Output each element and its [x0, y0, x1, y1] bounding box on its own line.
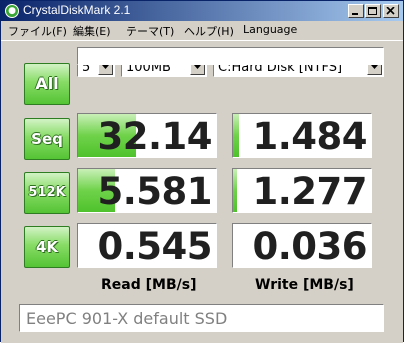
menu-bar: ファイル(F) 編集(E) テーマ(T) ヘルプ(H) Language — [1, 21, 403, 40]
comment-text: EeePC 901-X default SSD — [26, 309, 228, 328]
write-column-label: Write [MB/s] — [255, 277, 354, 293]
run-4k-button[interactable]: 4K — [24, 226, 70, 268]
512k-write-value: 1.277 — [252, 170, 367, 213]
app-icon[interactable]: ● — [5, 4, 19, 18]
menu-edit[interactable]: 編集(E) — [73, 23, 111, 39]
menu-theme[interactable]: テーマ(T) — [126, 23, 174, 39]
app-window: ● CrystalDiskMark 2.1 ファイル(F) 編集(E) テーマ(… — [0, 0, 404, 343]
menu-help[interactable]: ヘルプ(H) — [184, 23, 234, 39]
status-bar — [77, 47, 384, 65]
512k-write-bar — [233, 169, 238, 212]
read-column-label: Read [MB/s] — [101, 277, 197, 293]
4k-label: 4K — [35, 238, 59, 256]
seq-label: Seq — [31, 130, 63, 148]
run-all-label: All — [35, 74, 59, 93]
minimize-icon — [352, 13, 358, 15]
4k-read-result: 0.545 — [77, 223, 217, 268]
seq-read-result: 32.14 — [77, 113, 217, 158]
512k-read-result: 5.581 — [77, 168, 217, 213]
seq-write-value: 1.484 — [252, 115, 367, 158]
minimize-button[interactable] — [348, 4, 364, 18]
run-seq-button[interactable]: Seq — [24, 118, 70, 160]
4k-write-value: 0.036 — [252, 225, 367, 268]
close-icon — [386, 7, 395, 15]
seq-write-result: 1.484 — [232, 113, 372, 158]
512k-read-value: 5.581 — [97, 170, 212, 213]
comment-field[interactable]: EeePC 901-X default SSD — [19, 304, 384, 332]
chevron-down-icon — [371, 65, 378, 69]
chevron-down-icon — [194, 65, 201, 69]
maximize-icon — [368, 7, 377, 15]
512k-label: 512K — [28, 185, 66, 200]
4k-write-result: 0.036 — [232, 223, 372, 268]
chevron-down-icon — [102, 65, 109, 69]
close-button[interactable] — [383, 4, 399, 18]
menu-file[interactable]: ファイル(F) — [8, 23, 67, 39]
window-title: CrystalDiskMark 2.1 — [23, 3, 131, 17]
run-all-button[interactable]: All — [24, 63, 70, 105]
4k-read-value: 0.545 — [97, 225, 212, 268]
seq-write-bar — [233, 114, 239, 157]
title-bar[interactable]: ● CrystalDiskMark 2.1 — [1, 1, 403, 21]
512k-write-result: 1.277 — [232, 168, 372, 213]
seq-read-value: 32.14 — [97, 115, 212, 158]
run-512k-button[interactable]: 512K — [24, 172, 70, 214]
maximize-button[interactable] — [365, 4, 381, 18]
menu-language[interactable]: Language — [243, 23, 297, 36]
